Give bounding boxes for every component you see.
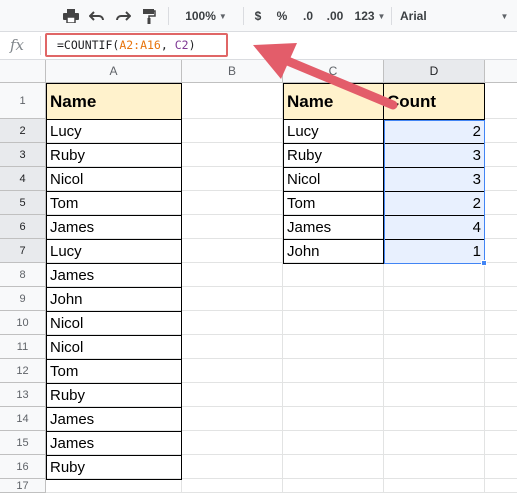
- cell-summary-name[interactable]: Nicol: [283, 167, 384, 192]
- undo-icon[interactable]: [86, 0, 108, 32]
- zoom-value: 100%: [185, 9, 216, 23]
- formula-bar: fx =COUNTIF(A2:A16, C2): [0, 32, 517, 60]
- row-header[interactable]: 17: [0, 479, 46, 493]
- toolbar: 100% ▼ $ % .0 .00 123 ▼ Arial ▼: [0, 0, 517, 32]
- row-header[interactable]: 3: [0, 143, 46, 167]
- cell-name[interactable]: James: [46, 431, 182, 456]
- cell-name[interactable]: John: [46, 287, 182, 312]
- cell-name[interactable]: James: [46, 263, 182, 288]
- cell-name[interactable]: Lucy: [46, 119, 182, 144]
- cell-count[interactable]: 2: [383, 191, 485, 216]
- cell-summary-name[interactable]: Tom: [283, 191, 384, 216]
- currency-format-button[interactable]: $: [250, 0, 266, 32]
- redo-icon[interactable]: [112, 0, 134, 32]
- row-header[interactable]: 2: [0, 119, 46, 143]
- cell-d1-header[interactable]: Count: [383, 83, 485, 120]
- percent-format-button[interactable]: %: [274, 0, 290, 32]
- row-header[interactable]: 12: [0, 359, 46, 383]
- cell-c1-header[interactable]: Name: [283, 83, 384, 120]
- row-header[interactable]: 5: [0, 191, 46, 215]
- row-header[interactable]: 13: [0, 383, 46, 407]
- chevron-down-icon: ▼: [218, 11, 227, 21]
- cell-count[interactable]: 4: [383, 215, 485, 240]
- cell-name[interactable]: James: [46, 215, 182, 240]
- row-header[interactable]: 7: [0, 239, 46, 263]
- cell-name[interactable]: James: [46, 407, 182, 432]
- toolbar-divider: [391, 7, 392, 25]
- column-header-e[interactable]: [485, 60, 517, 83]
- cell-summary-name[interactable]: James: [283, 215, 384, 240]
- chevron-down-icon: ▼: [377, 11, 386, 21]
- decrease-decimals-button[interactable]: .0: [296, 0, 320, 32]
- cell-summary-name[interactable]: Lucy: [283, 119, 384, 144]
- toolbar-divider: [243, 7, 244, 25]
- cell-name[interactable]: Ruby: [46, 383, 182, 408]
- cell-name[interactable]: Nicol: [46, 167, 182, 192]
- cell-count[interactable]: 3: [383, 167, 485, 192]
- fill-handle[interactable]: [481, 260, 487, 266]
- formula-suffix: ): [188, 38, 196, 52]
- more-formats-label: 123: [354, 9, 375, 23]
- font-family-value: Arial: [400, 9, 427, 23]
- cell-count[interactable]: 3: [383, 143, 485, 168]
- cell-a1-header[interactable]: Name: [46, 83, 182, 120]
- cell-summary-name[interactable]: Ruby: [283, 143, 384, 168]
- row-header[interactable]: 6: [0, 215, 46, 239]
- cell-summary-name[interactable]: John: [283, 239, 384, 264]
- cell-count[interactable]: 2: [383, 119, 485, 144]
- cell-name[interactable]: Tom: [46, 359, 182, 384]
- formula-range-ref: A2:A16: [119, 38, 161, 52]
- column-header-d[interactable]: D: [384, 60, 485, 83]
- row-header[interactable]: 15: [0, 431, 46, 455]
- cell-count[interactable]: 1: [383, 239, 485, 264]
- column-header-a[interactable]: A: [46, 60, 182, 83]
- font-family-select[interactable]: Arial: [396, 0, 490, 32]
- row-header[interactable]: 4: [0, 167, 46, 191]
- fx-icon: fx: [10, 36, 25, 54]
- paint-format-icon[interactable]: [138, 0, 160, 32]
- toolbar-divider: [168, 7, 169, 25]
- row-header[interactable]: 8: [0, 263, 46, 287]
- decrease-decimals-label: .0: [302, 9, 313, 23]
- formula-separator: ,: [160, 38, 175, 52]
- more-formats-button[interactable]: 123 ▼: [350, 0, 390, 32]
- formula-bar-divider: [40, 36, 41, 55]
- chevron-down-icon[interactable]: ▼: [496, 0, 510, 32]
- increase-decimals-button[interactable]: .00: [322, 0, 348, 32]
- zoom-select[interactable]: 100% ▼: [176, 0, 236, 32]
- cell-name[interactable]: Ruby: [46, 455, 182, 480]
- row-header[interactable]: 14: [0, 407, 46, 431]
- formula-input[interactable]: =COUNTIF(A2:A16, C2): [57, 38, 196, 52]
- increase-decimals-label: .00: [326, 9, 344, 23]
- formula-cell-ref: C2: [174, 38, 189, 52]
- cell-name[interactable]: Tom: [46, 191, 182, 216]
- row-header[interactable]: 16: [0, 455, 46, 479]
- row-header[interactable]: 1: [0, 83, 46, 119]
- row-header[interactable]: 10: [0, 311, 46, 335]
- row-header[interactable]: 9: [0, 287, 46, 311]
- row-header[interactable]: 11: [0, 335, 46, 359]
- print-icon[interactable]: [60, 0, 82, 32]
- select-all-corner[interactable]: [0, 60, 46, 83]
- cell-name[interactable]: Ruby: [46, 143, 182, 168]
- column-header-b[interactable]: B: [182, 60, 283, 83]
- cell-name[interactable]: Lucy: [46, 239, 182, 264]
- cell-name[interactable]: Nicol: [46, 311, 182, 336]
- formula-prefix: =COUNTIF(: [57, 38, 120, 52]
- column-header-c[interactable]: C: [283, 60, 384, 83]
- cell-name[interactable]: Nicol: [46, 335, 182, 360]
